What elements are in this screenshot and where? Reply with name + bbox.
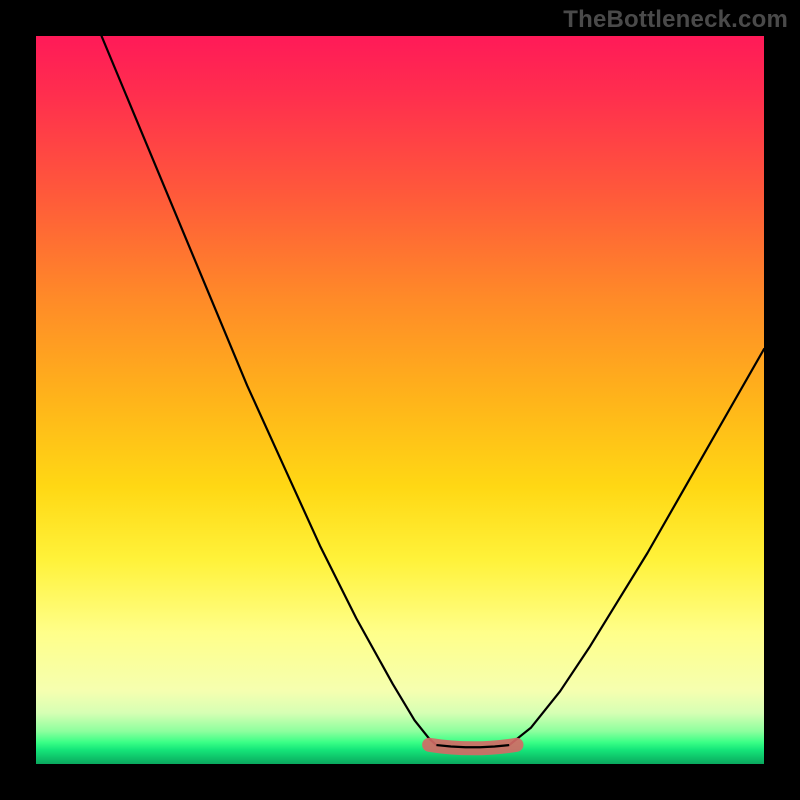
plot-area — [36, 36, 764, 764]
curve-group — [102, 36, 764, 747]
curves-svg — [36, 36, 764, 764]
bottom-highlight-group — [429, 745, 516, 749]
watermark-text: TheBottleneck.com — [563, 6, 788, 34]
bottleneck-curve — [102, 36, 764, 747]
chart-frame: TheBottleneck.com — [0, 0, 800, 800]
